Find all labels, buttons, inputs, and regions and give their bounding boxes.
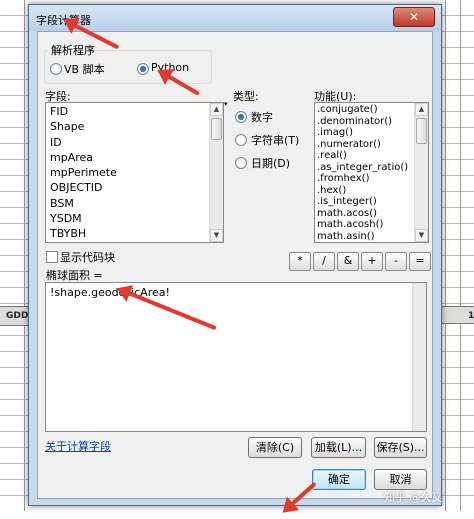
minus-button[interactable]: - [385,252,407,271]
list-item[interactable]: mpPerimete [46,165,223,180]
field-calculator-dialog: 字段计算器 ✕ 解析程序 VB 脚本 Python 字段: FID Shape … [28,4,442,506]
list-item[interactable]: .conjugate() [315,104,428,116]
python-radio[interactable] [137,63,149,75]
fields-scrollbar[interactable]: ▲ ▼ [209,103,223,242]
equals-button[interactable]: = [409,252,431,271]
list-item[interactable]: mpArea [46,150,223,165]
list-item[interactable]: YSDM [46,211,223,226]
scroll-thumb[interactable] [416,118,427,144]
functions-list[interactable]: .conjugate() .denominator() .imag() .num… [314,102,429,243]
vbscript-label[interactable]: VB 脚本 [64,61,105,77]
cancel-button[interactable]: 取消 [374,469,427,490]
list-item[interactable]: TBYBH [46,226,223,241]
expression-text: !shape.geodesicArea! [50,286,170,299]
type-string-radio[interactable] [235,134,247,146]
sort-marker-icon: ▾ [224,100,228,108]
table-header-right: 1 [442,306,474,324]
vbscript-radio[interactable] [50,63,62,75]
dialog-titlebar[interactable]: 字段计算器 ✕ [29,5,441,31]
list-item[interactable]: .numerator() [315,139,428,151]
multiply-button[interactable]: * [289,252,311,271]
scroll-thumb[interactable] [211,118,222,140]
expression-textarea[interactable]: !shape.geodesicArea! [45,282,427,432]
scroll-up-icon[interactable]: ▲ [210,103,223,116]
list-item[interactable]: Shape [46,119,223,134]
clear-button[interactable]: 清除(C) [248,437,302,458]
list-item[interactable]: FID [46,104,223,119]
scroll-down-icon[interactable]: ▼ [415,229,428,242]
list-item[interactable]: math.asin() [315,231,428,243]
fields-list-items: FID Shape ID mpArea mpPerimete OBJECTID … [46,103,223,242]
expression-label: 椭球面积 = [46,269,103,282]
save-button[interactable]: 保存(S)... [374,437,427,458]
dialog-client: 解析程序 VB 脚本 Python 字段: FID Shape ID mpAre… [37,31,433,499]
type-number-label[interactable]: 数字 [251,109,273,125]
divide-button[interactable]: / [313,252,335,271]
ok-button[interactable]: 确定 [312,469,366,490]
list-item[interactable]: math.acos() [315,208,428,220]
fields-list[interactable]: FID Shape ID mpArea mpPerimete OBJECTID … [45,102,224,243]
type-number-radio[interactable] [235,111,247,123]
show-codeblock-checkbox[interactable] [46,251,58,263]
functions-scrollbar[interactable]: ▲ ▼ [414,103,428,242]
list-item[interactable]: ID [46,135,223,150]
type-string-label[interactable]: 字符串(T) [251,132,299,148]
parser-legend: 解析程序 [51,44,95,57]
show-codeblock-label[interactable]: 显示代码块 [60,249,115,265]
list-item[interactable]: .real() [315,150,428,162]
about-calculate-field-link[interactable]: 关于计算字段 [45,438,111,454]
ampersand-button[interactable]: & [337,252,359,271]
close-icon: ✕ [408,10,420,24]
load-button[interactable]: 加载(L)... [311,437,366,458]
list-item[interactable]: OBJECTID [46,180,223,195]
table-column-line [24,0,25,511]
close-button[interactable]: ✕ [393,7,435,27]
scroll-up-icon[interactable]: ▲ [415,103,428,116]
type-date-radio[interactable] [235,157,247,169]
list-item[interactable]: BSM [46,196,223,211]
list-item[interactable]: .is_integer() [315,196,428,208]
list-item[interactable]: .as_integer_ratio() [315,162,428,174]
list-item[interactable]: .denominator() [315,116,428,128]
expression-scrollbar[interactable] [412,283,426,431]
functions-list-items: .conjugate() .denominator() .imag() .num… [315,103,428,242]
list-item[interactable]: .fromhex() [315,173,428,185]
list-item[interactable]: .hex() [315,185,428,197]
table-column-line [445,0,446,511]
watermark: 知乎 @久又 [384,491,443,504]
plus-button[interactable]: + [361,252,383,271]
list-item[interactable]: .imag() [315,127,428,139]
table-column-line [460,0,461,511]
scroll-down-icon[interactable]: ▼ [210,229,223,242]
type-date-label[interactable]: 日期(D) [251,155,290,171]
type-label: 类型: [233,90,259,103]
list-item[interactable]: math.acosh() [315,219,428,231]
